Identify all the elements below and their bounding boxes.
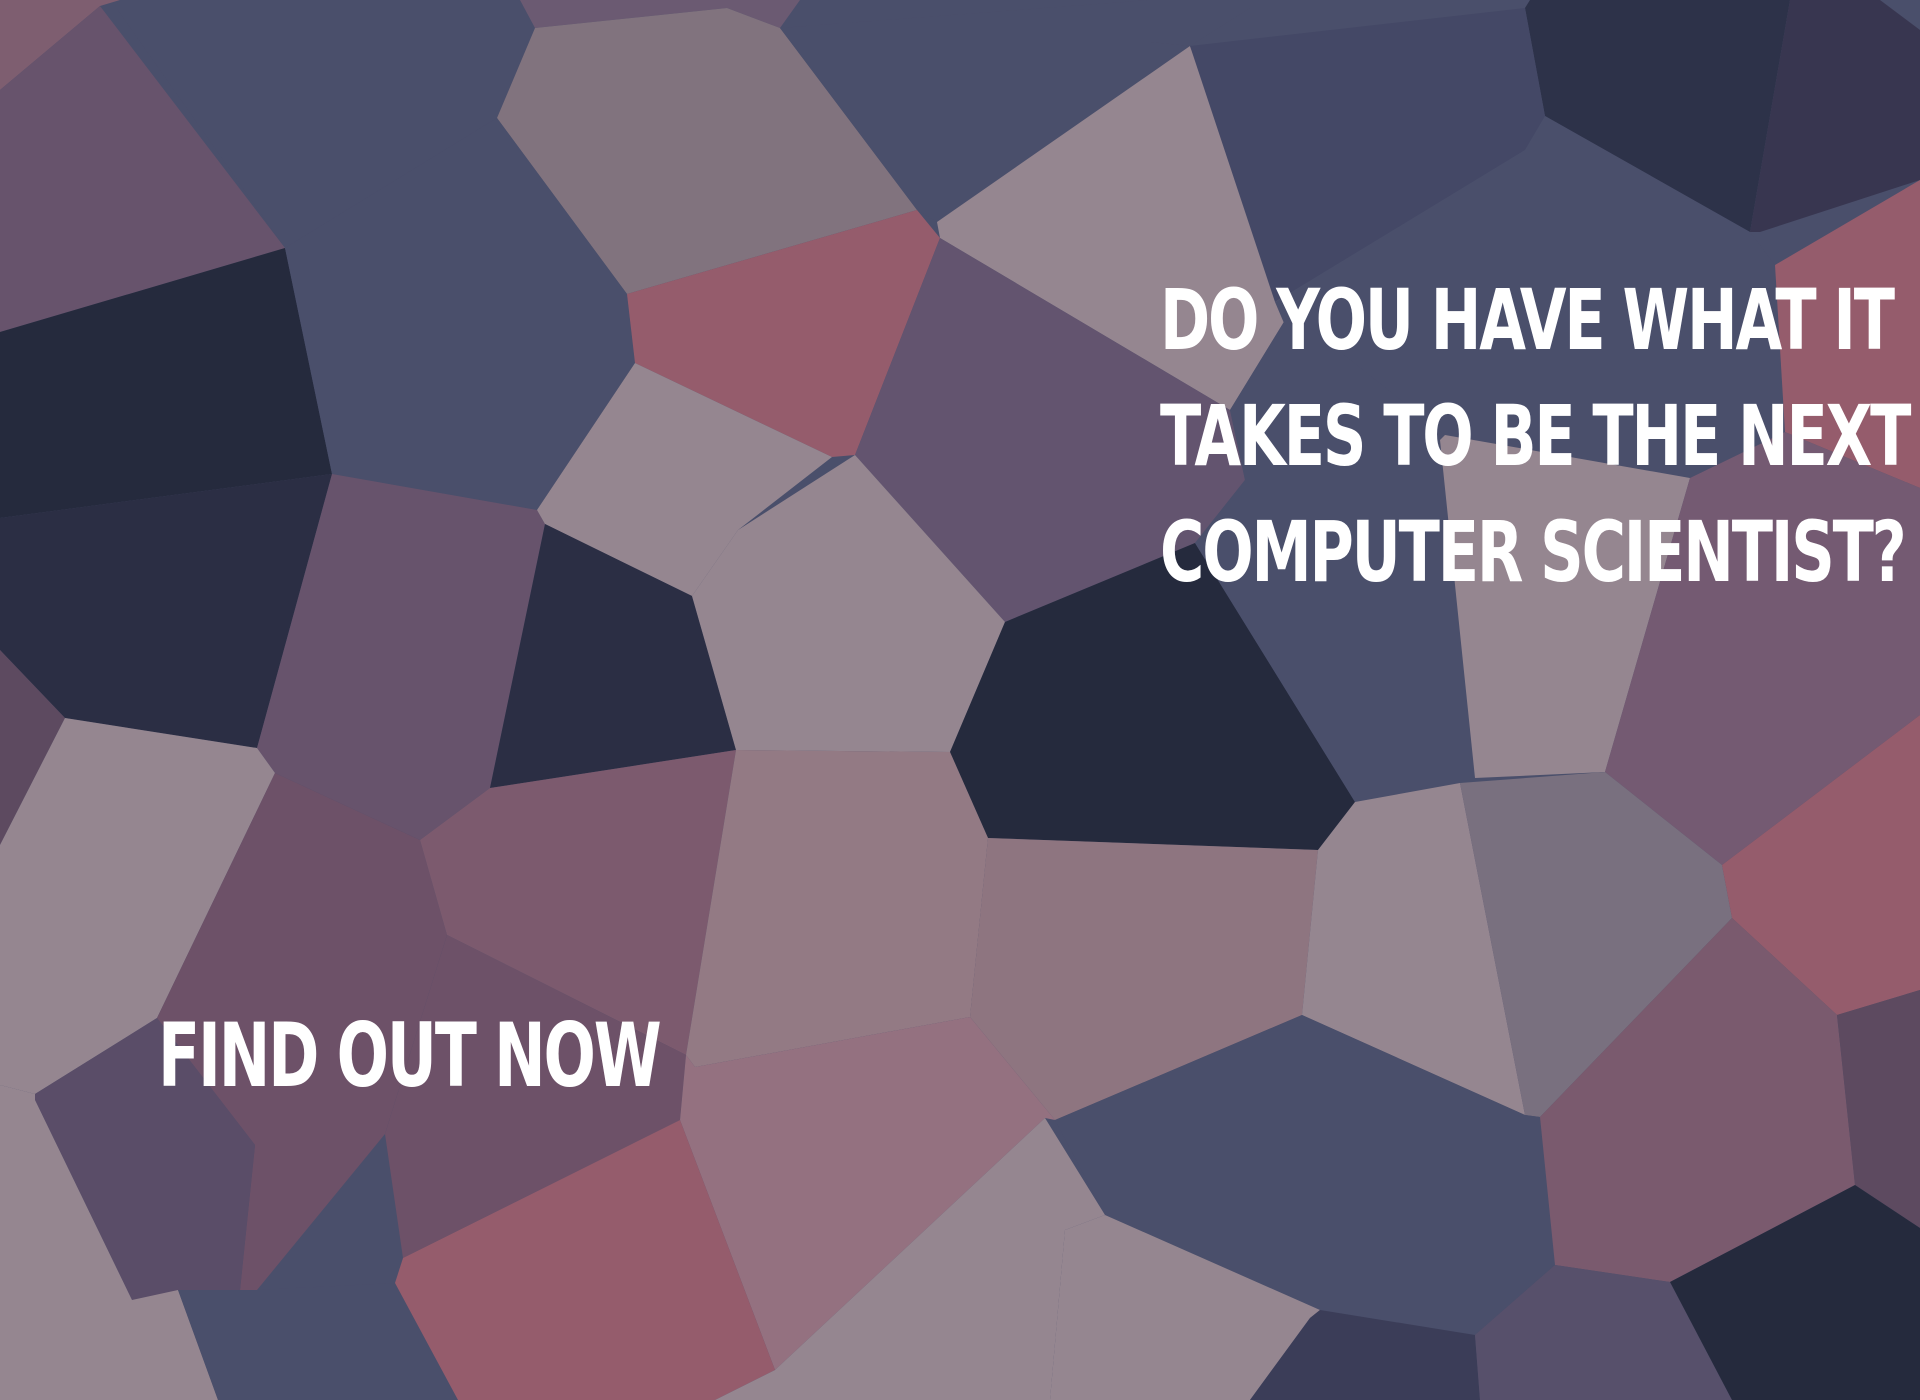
find-out-now-link[interactable]: FIND OUT NOW: [158, 1006, 662, 1106]
poster-canvas: DO YOU HAVE WHAT IT TAKES TO BE THE NEXT…: [0, 0, 1920, 1400]
headline-line-3: COMPUTER SCIENTIST?: [1160, 503, 1907, 601]
headline: DO YOU HAVE WHAT IT TAKES TO BE THE NEXT…: [1160, 262, 1911, 610]
polygon-mosaic-background: [0, 0, 1920, 1400]
headline-line-1: DO YOU HAVE WHAT IT: [1160, 271, 1895, 369]
headline-line-2: TAKES TO BE THE NEXT: [1160, 387, 1911, 485]
